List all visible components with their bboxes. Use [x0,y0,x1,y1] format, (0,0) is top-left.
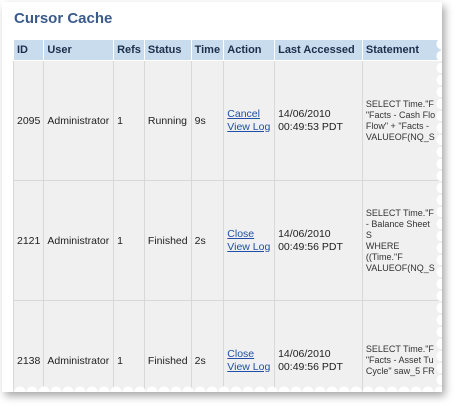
cell-statement: SELECT Time."F - Balance Sheet S WHERE (… [361,180,442,301]
cell-user: Administrator [43,180,115,301]
cancel-link[interactable]: Cancel [227,108,271,121]
cell-id: 2095 [12,60,45,181]
cell-status: Finished [143,180,192,301]
cell-last-accessed: 14/06/2010 00:49:53 PDT [274,60,363,181]
statement-line: Flow" + "Facts - [365,120,430,131]
screenshot-frame: Cursor Cache ID User Refs Status Time Ac… [2,2,442,392]
cell-status: Finished [143,300,192,392]
cell-user: Administrator [43,60,115,181]
cell-refs: 1 [113,300,145,392]
accessed-date: 14/06/2010 [278,107,331,120]
column-header-status[interactable]: Status [143,39,192,61]
statement-line: VALUEOF(NQ_S [365,262,435,273]
statement-line: SELECT Time."F [365,98,434,109]
column-header-statement[interactable]: Statement [361,39,442,61]
accessed-time: 00:49:56 PDT [278,360,343,373]
cell-refs: 1 [113,180,145,301]
cell-action: Cancel View Log [223,60,276,181]
accessed-date: 14/06/2010 [278,227,331,240]
close-link[interactable]: Close [227,228,271,241]
cursor-cache-table: ID User Refs Status Time Action Last Acc… [12,39,442,392]
column-header-last-accessed[interactable]: Last Accessed [274,39,363,61]
statement-line: VALUEOF(NQ_S [365,131,435,142]
table-header-row: ID User Refs Status Time Action Last Acc… [12,39,442,61]
statement-line: Cycle" saw_5 FR [365,366,435,376]
statement-line: SELECT Time."F [365,344,434,354]
column-header-refs[interactable]: Refs [113,39,145,61]
view-log-link[interactable]: View Log [227,121,271,134]
statement-line: "Facts - Cash Flo [365,109,436,120]
statement-line: - Balance Sheet S [365,218,430,240]
cell-last-accessed: 14/06/2010 00:49:56 PDT [274,180,363,301]
statement-line: "Facts - Asset Tu [365,355,434,365]
accessed-time: 00:49:53 PDT [278,120,343,133]
table-row: 2138 Administrator 1 Finished 2s Close V… [12,300,442,392]
close-link[interactable]: Close [227,348,271,361]
cell-id: 2121 [12,180,45,301]
cell-user: Administrator [43,300,115,392]
cell-time: 2s [190,180,225,301]
cell-refs: 1 [113,60,145,181]
table-row: 2095 Administrator 1 Running 9s Cancel V… [12,60,442,181]
cell-id: 2138 [12,300,45,392]
cell-time: 9s [190,60,225,181]
statement-line: WHERE ((Time."F [365,240,403,262]
view-log-link[interactable]: View Log [227,361,271,374]
table-row: 2121 Administrator 1 Finished 2s Close V… [12,180,442,301]
column-header-time[interactable]: Time [190,39,225,61]
cell-time: 2s [190,300,225,392]
cell-statement: SELECT Time."F "Facts - Cash Flo Flow" +… [361,60,442,181]
cell-statement: SELECT Time."F "Facts - Asset Tu Cycle" … [361,300,442,392]
page-title: Cursor Cache [14,10,113,27]
cell-action: Close View Log [223,180,276,301]
column-header-action[interactable]: Action [223,39,276,61]
column-header-id[interactable]: ID [12,39,45,61]
statement-line: SELECT Time."F [365,207,434,218]
cell-last-accessed: 14/06/2010 00:49:56 PDT [274,300,363,392]
cell-action: Close View Log [223,300,276,392]
view-log-link[interactable]: View Log [227,241,271,254]
column-header-user[interactable]: User [43,39,115,61]
accessed-date: 14/06/2010 [278,347,331,360]
accessed-time: 00:49:56 PDT [278,240,343,253]
cell-status: Running [143,60,192,181]
